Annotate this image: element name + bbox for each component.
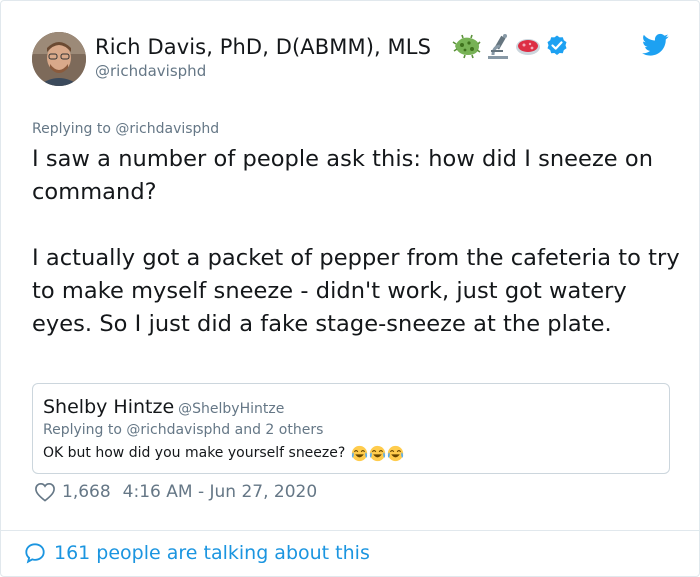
conversation-link[interactable]: 161 people are talking about this: [24, 541, 370, 565]
quoted-text: OK but how did you make yourself sneeze?: [43, 445, 346, 461]
verified-badge-icon: [547, 35, 567, 55]
laughing-tears-icon: [352, 445, 368, 461]
reply-prefix: Replying to: [32, 121, 116, 137]
quoted-author[interactable]: Shelby Hintze @ShelbyHintze: [43, 395, 284, 421]
microscope-icon: [488, 34, 508, 59]
quoted-reply-context: Replying to @richdavisphd and 2 others: [43, 422, 324, 438]
tweet-paragraph: I saw a number of people ask this: how d…: [32, 146, 654, 205]
quoted-text-row: OK but how did you make yourself sneeze?: [43, 444, 404, 462]
laughing-tears-icon: [370, 445, 386, 461]
talking-count-label: 161 people are talking about this: [54, 542, 370, 564]
tweet-card: Rich Davis, PhD, D(ABMM), MLS @richdavis…: [0, 0, 700, 577]
divider: [1, 530, 700, 531]
petri-dish-icon: [516, 39, 540, 55]
avatar[interactable]: [32, 32, 86, 86]
author-display-name[interactable]: Rich Davis, PhD, D(ABMM), MLS: [95, 34, 431, 60]
tweet-timestamp[interactable]: 4:16 AM - Jun 27, 2020: [123, 482, 318, 502]
microbe-icon: [452, 34, 481, 59]
quoted-handle: @ShelbyHintze: [178, 401, 285, 417]
heart-icon[interactable]: [34, 482, 56, 502]
quoted-display-name: Shelby Hintze: [43, 396, 175, 418]
emoji-group: [351, 445, 404, 462]
twitter-bird-icon[interactable]: [642, 33, 669, 57]
name-emoji-group: [452, 31, 569, 61]
author-handle[interactable]: @richdavisphd: [95, 61, 206, 81]
quoted-tweet[interactable]: Shelby Hintze @ShelbyHintze Replying to @…: [32, 383, 670, 474]
laughing-tears-icon: [388, 445, 404, 461]
tweet-meta: 1,668 4:16 AM - Jun 27, 2020: [34, 480, 317, 504]
tweet-paragraph: I actually got a packet of pepper from t…: [32, 245, 680, 337]
like-count[interactable]: 1,668: [62, 482, 111, 502]
tweet-text: I saw a number of people ask this: how d…: [32, 143, 682, 341]
avatar-photo: [32, 32, 86, 86]
reply-mention-link[interactable]: @richdavisphd: [115, 121, 219, 137]
speech-bubble-icon: [25, 543, 45, 564]
reply-context: Replying to @richdavisphd: [32, 120, 219, 138]
